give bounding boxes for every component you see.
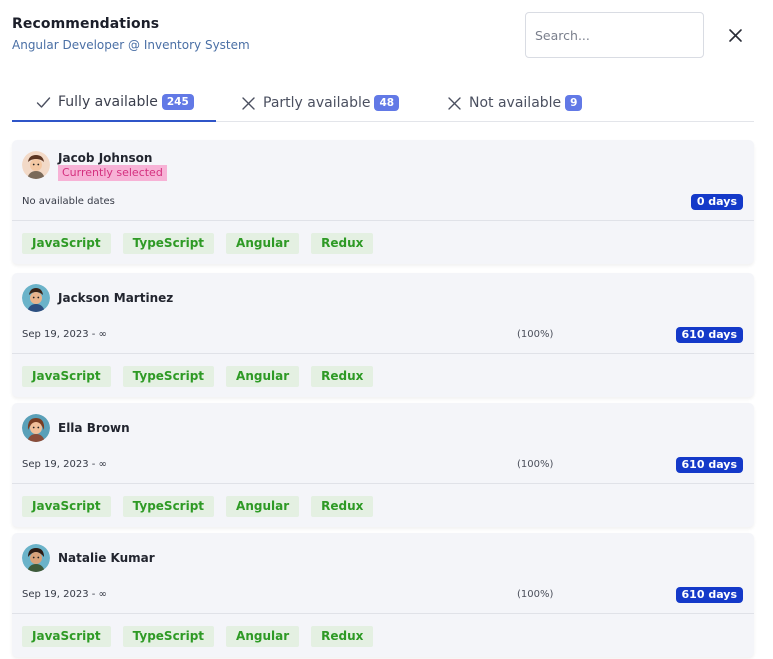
skill-tag: Angular [226, 366, 300, 387]
tab-not-available[interactable]: Not available 9 [447, 84, 583, 122]
count-badge: 9 [565, 95, 583, 111]
avatar [22, 544, 50, 572]
days-badge: 610 days [675, 457, 743, 473]
days-badge: 0 days [690, 194, 743, 210]
skill-tag: JavaScript [22, 626, 111, 647]
candidate-card[interactable]: Ella Brown Sep 19, 2023 - ∞ (100%) 610 d… [12, 403, 754, 527]
skills-list: JavaScript TypeScript Angular Redux [22, 366, 374, 387]
tab-fully-available[interactable]: Fully available 245 [12, 84, 216, 122]
candidate-card[interactable]: Jacob Johnson Currently selected No avai… [12, 140, 754, 264]
search-input[interactable] [525, 12, 704, 58]
tab-label: Fully available [58, 94, 158, 110]
skill-tag: JavaScript [22, 366, 111, 387]
page-title: Recommendations [12, 16, 160, 32]
skill-tag: Redux [311, 626, 374, 647]
availability-dates: Sep 19, 2023 - ∞ [22, 589, 107, 600]
candidate-card[interactable]: Natalie Kumar Sep 19, 2023 - ∞ (100%) 61… [12, 533, 754, 657]
days-badge: 610 days [675, 587, 743, 603]
card-header: Jackson Martinez Sep 19, 2023 - ∞ (100%)… [12, 273, 754, 354]
skill-tag: Redux [311, 496, 374, 517]
skill-tag: Angular [226, 496, 300, 517]
close-button[interactable] [724, 24, 746, 46]
skill-tag: JavaScript [22, 496, 111, 517]
dialog-header: Recommendations Angular Developer @ Inve… [12, 16, 250, 52]
close-icon [728, 28, 742, 42]
availability-tabs: Fully available 245 Partly available 48 … [12, 84, 754, 122]
x-icon [447, 96, 462, 111]
candidate-card[interactable]: Jackson Martinez Sep 19, 2023 - ∞ (100%)… [12, 273, 754, 397]
skill-tag: Redux [311, 233, 374, 254]
skills-list: JavaScript TypeScript Angular Redux [22, 626, 374, 647]
availability-percent: (100%) [517, 589, 554, 600]
avatar [22, 414, 50, 442]
card-header: Natalie Kumar Sep 19, 2023 - ∞ (100%) 61… [12, 533, 754, 614]
candidate-name: Ella Brown [58, 421, 130, 435]
skills-list: JavaScript TypeScript Angular Redux [22, 496, 374, 517]
candidate-name: Natalie Kumar [58, 551, 155, 565]
availability-percent: (100%) [517, 459, 554, 470]
availability-dates: Sep 19, 2023 - ∞ [22, 329, 107, 340]
candidate-name: Jackson Martinez [58, 291, 174, 305]
skills-list: JavaScript TypeScript Angular Redux [22, 233, 374, 254]
skill-tag: TypeScript [122, 366, 215, 387]
tab-label: Partly available [263, 95, 371, 111]
days-badge: 610 days [675, 327, 743, 343]
tab-partly-available[interactable]: Partly available 48 [241, 84, 400, 122]
count-badge: 48 [374, 95, 400, 111]
skill-tag: TypeScript [122, 496, 215, 517]
tab-label: Not available [469, 95, 562, 111]
selected-badge: Currently selected [58, 165, 167, 181]
x-icon [241, 96, 256, 111]
avatar [22, 284, 50, 312]
check-icon [36, 95, 51, 110]
skill-tag: Angular [226, 626, 300, 647]
skill-tag: TypeScript [122, 626, 215, 647]
availability-percent: (100%) [517, 329, 554, 340]
skill-tag: Angular [226, 233, 300, 254]
card-header: Ella Brown Sep 19, 2023 - ∞ (100%) 610 d… [12, 403, 754, 484]
skill-tag: JavaScript [22, 233, 111, 254]
skill-tag: TypeScript [122, 233, 215, 254]
avatar [22, 151, 50, 179]
candidate-name: Jacob Johnson [58, 151, 153, 165]
availability-dates: Sep 19, 2023 - ∞ [22, 459, 107, 470]
page-subtitle: Angular Developer @ Inventory System [12, 38, 250, 52]
skill-tag: Redux [311, 366, 374, 387]
card-header: Jacob Johnson Currently selected No avai… [12, 140, 754, 221]
availability-dates: No available dates [22, 196, 115, 207]
count-badge: 245 [161, 94, 194, 110]
